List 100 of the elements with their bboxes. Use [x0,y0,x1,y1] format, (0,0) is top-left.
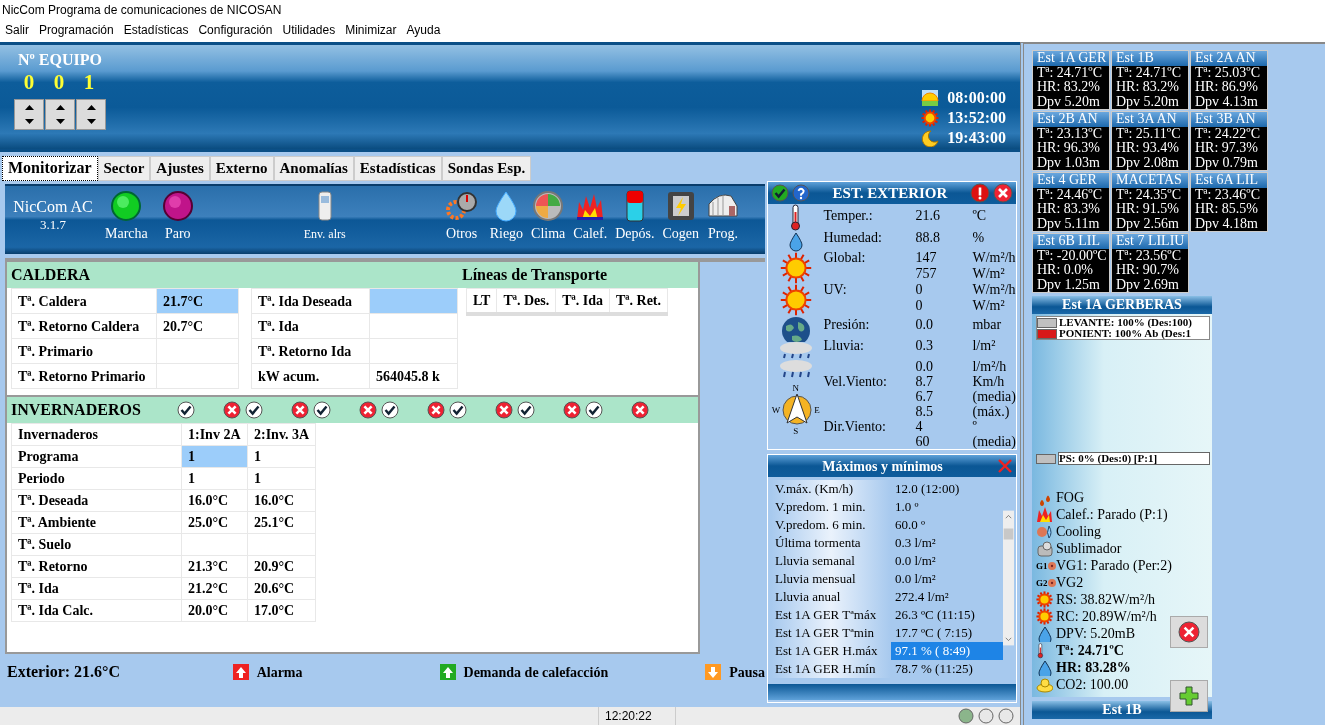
menu-item[interactable]: Salir [0,20,34,39]
up-arrow-icon[interactable] [55,104,65,110]
check-icon[interactable] [313,401,331,419]
table-cell[interactable]: 21.2°C [181,577,248,600]
tab[interactable]: Sector [97,156,151,181]
tab[interactable]: Externo [209,156,274,181]
check-icon[interactable] [517,401,535,419]
station-tile[interactable]: MACETAS Tª: 24.35ºC HR: 91.5% Dpv 2.56m [1111,172,1189,232]
close-icon[interactable] [427,401,445,419]
list-value[interactable]: 272.4 l/m² [891,588,1003,606]
toolbar-button[interactable]: Otros [445,186,478,242]
up-arrow-icon[interactable] [24,104,34,110]
close-icon[interactable] [993,183,1013,203]
station-tile[interactable]: Est 6A LIL Tª: 23.46ºC HR: 85.5% Dpv 4.18m [1190,172,1268,232]
station-tile[interactable]: Est 3A AN Tª: 25.11ºC HR: 93.4% Dpv 2.08m [1111,111,1189,171]
spin-control[interactable] [45,99,75,130]
equipment-digit: 1 [82,69,96,95]
toolbar-button[interactable]: Paro [161,186,194,242]
check-icon[interactable] [381,401,399,419]
list-value[interactable]: 0.3 l/m² [891,534,1003,552]
add-button[interactable] [1170,680,1208,712]
up-arrow-icon[interactable] [86,104,96,110]
menu-item[interactable]: Programación [34,20,119,39]
toolbar-button[interactable]: Marcha [105,186,148,242]
help-icon[interactable] [792,184,810,202]
close-icon[interactable] [223,401,241,419]
down-arrow-icon[interactable] [86,119,96,125]
check-icon[interactable] [585,401,603,419]
spin-control[interactable] [14,99,44,130]
tab[interactable]: Anomalías [273,156,354,181]
list-value[interactable]: 17.7 ºC ( 7:15) [891,624,1003,642]
close-icon[interactable] [291,401,309,419]
station-tile[interactable]: Est 1A GER Tª: 24.71ºC HR: 83.2% Dpv 5.20m [1032,50,1110,110]
toolbar-button[interactable]: Depós. [615,186,655,242]
list-value[interactable]: 26.3 ºC (11:15) [891,606,1003,624]
table-cell[interactable]: 21.3°C [181,555,248,578]
status-text: VG1: Parado (Per:2) [1056,557,1172,574]
toolbar-button[interactable]: Env. alrs [303,186,346,242]
table-cell[interactable]: 25.0°C [181,511,248,534]
table-cell[interactable] [369,313,458,339]
list-value[interactable]: 0.0 l/m² [891,552,1003,570]
close-icon[interactable] [563,401,581,419]
station-tile[interactable]: Est 2A AN Tª: 25.03ºC HR: 86.9% Dpv 4.13m [1190,50,1268,110]
station-tile[interactable]: Est 1B Tª: 24.71ºC HR: 83.2% Dpv 5.20m [1111,50,1189,110]
close-icon[interactable] [631,401,649,419]
station-tile[interactable]: Est 2B AN Tª: 23.13ºC HR: 96.3% Dpv 1.03m [1032,111,1110,171]
check-icon[interactable] [177,401,195,419]
menu-item[interactable]: Utilidades [277,20,341,39]
flame-icon [1036,506,1053,523]
list-value[interactable]: 60.0 º [891,516,1003,534]
station-tile[interactable]: Est 3B AN Tª: 24.22ºC HR: 97.3% Dpv 0.79m [1190,111,1268,171]
menu-item[interactable]: Minimizar [340,20,402,39]
menu-item[interactable]: Ayuda [401,20,446,39]
table-cell[interactable]: 1 [247,467,316,490]
tab[interactable]: Estadísticas [353,156,442,181]
list-value[interactable]: 12.0 (12:00) [891,480,1003,498]
alert-icon[interactable] [970,183,990,203]
table-cell[interactable]: 16.0°C [181,489,248,512]
list-value[interactable]: 0.0 l/m² [891,570,1003,588]
check-icon[interactable] [245,401,263,419]
table-cell[interactable]: 20.0°C [181,599,248,622]
close-icon[interactable] [495,401,513,419]
check-icon[interactable] [771,184,789,202]
close-icon[interactable] [1178,621,1200,643]
cancel-button[interactable] [1170,616,1208,648]
toolbar-button[interactable]: Riego [489,186,524,242]
table-cell[interactable]: 16.0°C [247,489,316,512]
tab[interactable]: Sondas Esp. [441,156,532,181]
station-tile[interactable]: Est 7 LILIU Tª: 23.56ºC HR: 90.7% Dpv 2.69m [1111,233,1189,293]
station-tile[interactable]: Est 6B LIL Tª: -20.00ºC HR: 0.0% Dpv 1.25m [1032,233,1110,293]
toolbar-button[interactable]: Clima [531,186,566,242]
down-arrow-icon[interactable] [55,119,65,125]
table-cell[interactable] [369,288,458,314]
unit-text: Km/h [972,374,1005,389]
table-cell[interactable]: 21.7°C [156,288,239,314]
table-cell[interactable]: 25.1°C [247,511,316,534]
tab[interactable]: Monitorizar [2,156,98,181]
station-tile[interactable]: Est 4 GER Tª: 24.46ºC HR: 83.3% Dpv 5.11m [1032,172,1110,232]
table-cell[interactable]: 20.6°C [247,577,316,600]
table-cell[interactable]: 20.9°C [247,555,316,578]
close-icon[interactable] [359,401,377,419]
list-value[interactable]: 1.0 º [891,498,1003,516]
list-value[interactable]: 78.7 % (11:25) [891,660,1003,678]
tab[interactable]: Ajustes [150,156,210,181]
table-cell[interactable]: 1 [181,467,248,490]
list-value[interactable]: 97.1 % ( 8:49) [891,642,1003,660]
station-value: HR: 86.9% [1194,80,1259,95]
check-icon[interactable] [449,401,467,419]
toolbar-button[interactable]: Calef. [573,186,608,242]
toolbar-button[interactable]: Prog. [707,186,739,242]
table-cell[interactable]: 564045.8 k [369,363,458,389]
toolbar-button[interactable]: Cogen [662,186,699,242]
spin-control[interactable] [76,99,106,130]
menu-item[interactable]: Configuración [193,20,278,39]
menu-item[interactable]: Estadísticas [118,20,194,39]
down-arrow-icon[interactable] [24,119,34,125]
gear-timer-icon [445,190,478,222]
table-cell[interactable]: 20.7°C [156,313,239,339]
table-cell[interactable]: 1 [247,445,316,468]
table-cell[interactable]: 17.0°C [247,599,316,622]
